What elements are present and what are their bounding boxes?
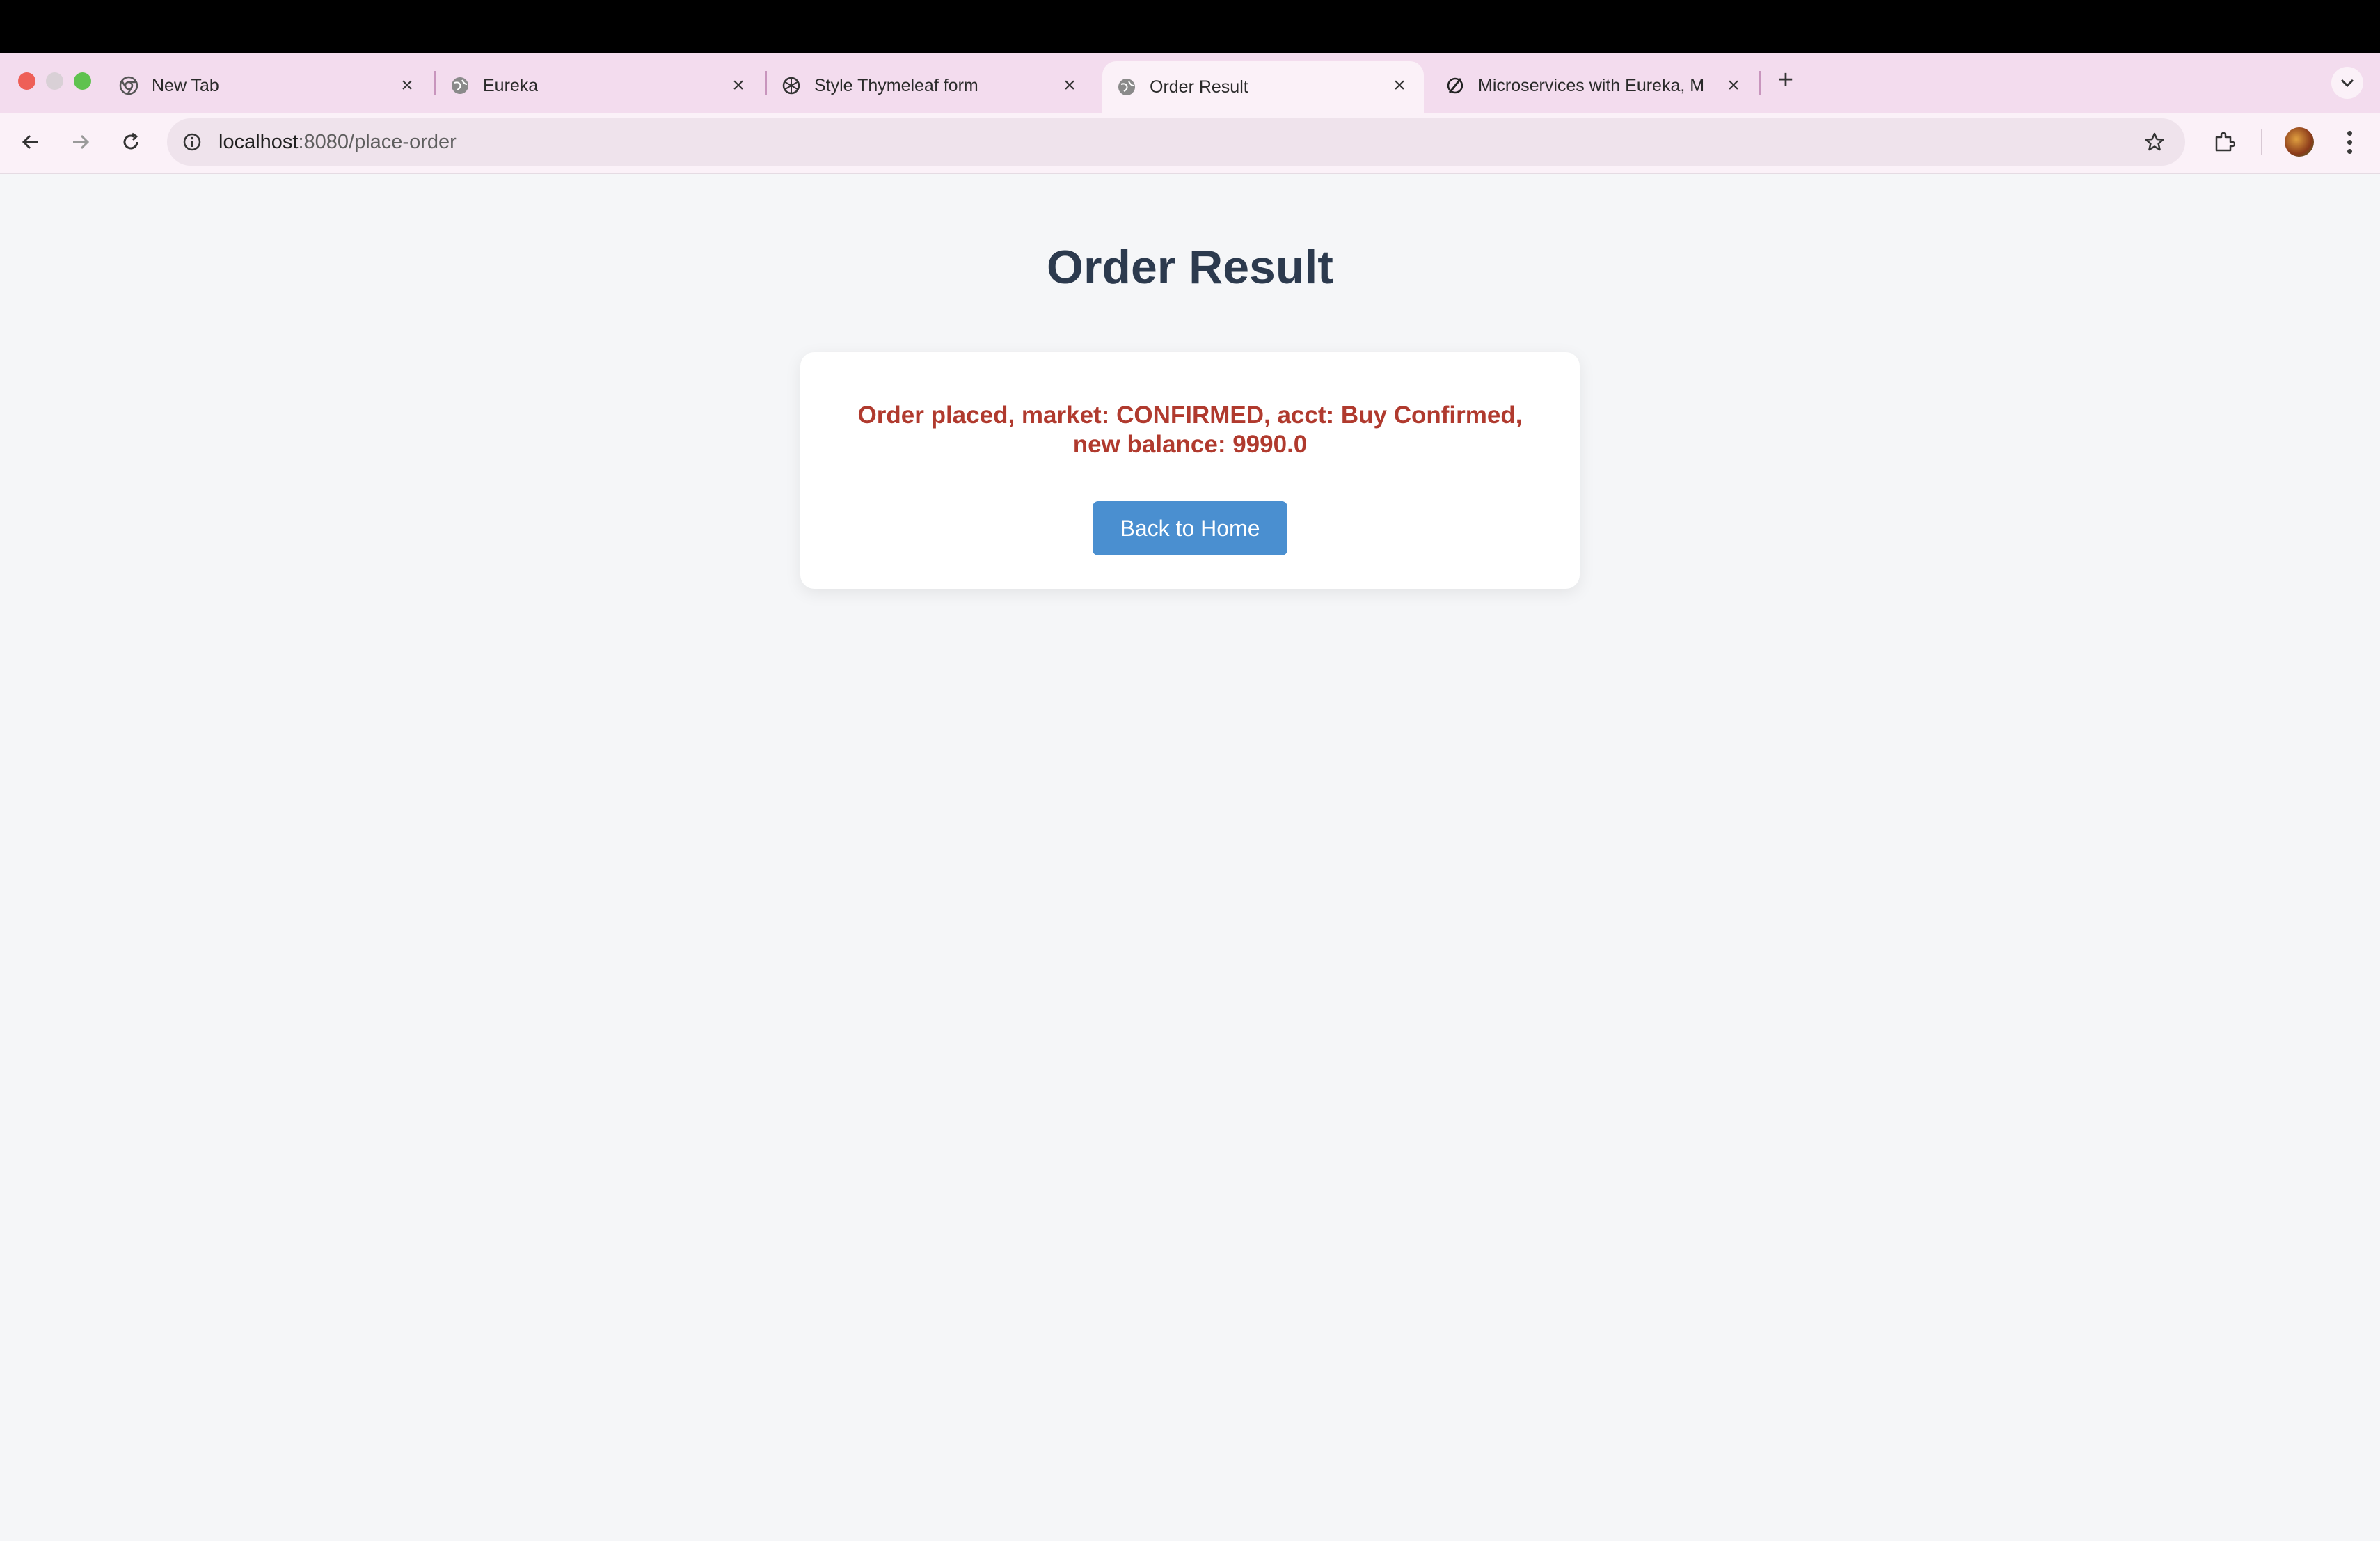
close-icon[interactable]: × <box>395 74 419 97</box>
address-bar[interactable] <box>167 118 2185 166</box>
new-tab-button[interactable]: + <box>1772 67 1800 95</box>
globe-icon <box>1116 77 1137 97</box>
tab-search-button[interactable] <box>2331 67 2363 99</box>
tab-label: New Tab <box>152 75 219 95</box>
close-icon[interactable]: × <box>1722 74 1745 97</box>
arrow-right-icon <box>73 134 90 150</box>
reload-icon <box>123 132 138 150</box>
close-icon[interactable]: × <box>1388 74 1411 97</box>
tab-label: Eureka <box>483 75 539 95</box>
order-result-message: Order placed, market: CONFIRMED, acct: B… <box>857 402 1523 458</box>
close-icon[interactable]: × <box>1058 74 1081 97</box>
forward-button[interactable] <box>64 125 97 159</box>
back-to-home-button[interactable]: Back to Home <box>1093 501 1287 555</box>
dot <box>2347 139 2352 145</box>
dot <box>2347 130 2352 136</box>
tab-label: Order Result <box>1150 77 1248 97</box>
reload-button[interactable] <box>114 125 148 159</box>
arrow-left-icon <box>22 134 38 150</box>
tab-eureka[interactable]: Eureka × <box>450 61 763 110</box>
tab-separator <box>765 71 767 95</box>
profile-avatar[interactable] <box>2285 127 2314 157</box>
tab-separator <box>1759 71 1761 95</box>
window-close-button[interactable] <box>18 72 35 90</box>
window-minimize-button[interactable] <box>46 72 63 90</box>
toolbar-separator <box>2261 129 2262 155</box>
extensions-puzzle-icon[interactable] <box>2207 125 2241 159</box>
link-icon <box>1445 75 1466 96</box>
top-bar <box>0 0 2380 53</box>
url-text[interactable]: localhost:8080/place-order <box>219 129 457 155</box>
browser-menu-button[interactable] <box>2335 127 2363 157</box>
tab-separator <box>434 71 436 95</box>
tab-style-thymeleaf-form[interactable]: Style Thymeleaf form × <box>781 61 1094 110</box>
url-path: :8080/place-order <box>298 131 457 153</box>
site-info-icon[interactable] <box>180 129 205 155</box>
bookmark-star-icon[interactable] <box>2139 127 2170 157</box>
tab-order-result[interactable]: Order Result × <box>1102 61 1424 113</box>
back-button[interactable] <box>14 125 47 159</box>
url-host: localhost <box>219 131 299 153</box>
page-title: Order Result <box>1047 241 1333 294</box>
chevron-down-icon <box>2340 79 2354 88</box>
dot <box>2347 148 2352 154</box>
tab-new-tab[interactable]: New Tab × <box>118 61 431 110</box>
close-icon[interactable]: × <box>727 74 750 97</box>
globe-icon <box>450 75 470 96</box>
window-maximize-button[interactable] <box>74 72 91 90</box>
result-card: Order placed, market: CONFIRMED, acct: B… <box>800 352 1580 589</box>
tab-microservices[interactable]: Microservices with Eureka, M × <box>1445 61 1758 110</box>
chrome-icon <box>118 75 139 96</box>
tab-label: Style Thymeleaf form <box>814 75 978 95</box>
tab-label: Microservices with Eureka, M <box>1478 75 1705 95</box>
openai-icon <box>781 75 802 96</box>
